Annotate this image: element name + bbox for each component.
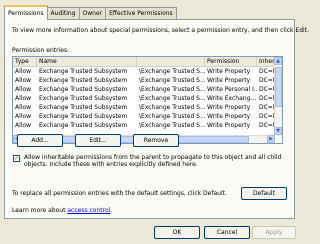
column-header-type[interactable]: Type <box>13 57 37 66</box>
table-row[interactable]: Allow Exchange Trusted Subsystem \Exchan… <box>13 112 282 121</box>
cell-name-account: \Exchange Trusted S... <box>139 77 205 84</box>
cell-type: Allow <box>15 68 32 75</box>
cell-type: Allow <box>15 77 32 84</box>
cell-inherited: DC=k <box>259 68 275 75</box>
cell-name: Exchange Trusted Subsystem <box>39 113 128 120</box>
remove-button[interactable]: Remove <box>133 134 179 147</box>
inherit-permissions-checkbox[interactable]: ✓ <box>13 155 20 162</box>
scroll-down-icon[interactable]: ▼ <box>274 127 282 135</box>
cell-permission: Write Property <box>207 122 251 129</box>
replace-default-text: To replace all permission entries with t… <box>12 190 227 197</box>
cell-type: Allow <box>15 113 32 120</box>
table-row[interactable]: Allow Exchange Trusted Subsystem \Exchan… <box>13 67 282 76</box>
cell-type: Allow <box>15 95 32 102</box>
table-row[interactable]: Allow Exchange Trusted Subsystem \Exchan… <box>13 103 282 112</box>
vertical-scroll-thumb[interactable] <box>275 67 282 107</box>
cell-type: Allow <box>15 104 32 111</box>
learn-more-text: Learn more about access control. <box>12 207 112 214</box>
learn-more-suffix: . <box>110 207 113 214</box>
column-header-permission[interactable]: Permission <box>205 57 257 66</box>
table-row[interactable]: Allow Exchange Trusted Subsystem \Exchan… <box>13 121 282 130</box>
tab-permissions[interactable]: Permissions <box>4 5 48 20</box>
add-button[interactable]: Add... <box>17 134 63 147</box>
cell-name-account: \Exchange Trusted S... <box>139 104 205 111</box>
cell-type: Allow <box>15 122 32 129</box>
cell-inherited: DC=k <box>259 86 275 93</box>
default-button[interactable]: Default <box>241 187 287 200</box>
cell-name-account: \Exchange Trusted S... <box>139 86 205 93</box>
cell-name: Exchange Trusted Subsystem <box>39 104 128 111</box>
cell-name: Exchange Trusted Subsystem <box>39 77 128 84</box>
ok-button[interactable]: OK <box>154 226 200 239</box>
permission-entries-list[interactable]: Type Name Permission Inheri Allow Exchan… <box>12 56 283 144</box>
table-row[interactable]: Allow Exchange Trusted Subsystem \Exchan… <box>13 76 282 85</box>
vertical-scrollbar[interactable]: ▲ ▼ <box>274 57 282 135</box>
cell-type: Allow <box>15 86 32 93</box>
tab-strip: Permissions Auditing Owner Effective Per… <box>4 5 177 20</box>
cell-name-account: \Exchange Trusted S... <box>139 68 205 75</box>
apply-button[interactable]: Apply <box>252 226 296 239</box>
cell-name-account: \Exchange Trusted S... <box>139 113 205 120</box>
edit-button[interactable]: Edit... <box>75 134 121 147</box>
cell-name: Exchange Trusted Subsystem <box>39 122 128 129</box>
table-row[interactable]: Allow Exchange Trusted Subsystem \Exchan… <box>13 85 282 94</box>
cell-permission: Write Property <box>207 104 251 111</box>
permissions-panel: To view more information about special p… <box>4 19 309 219</box>
intro-text: To view more information about special p… <box>12 27 309 34</box>
cell-permission: Write Property <box>207 113 251 120</box>
column-header-inherited[interactable]: Inheri <box>257 57 275 66</box>
list-header: Type Name Permission Inheri <box>13 57 282 67</box>
permission-entries-label: Permission entries: <box>12 47 70 54</box>
cell-permission: Write Property <box>207 68 251 75</box>
cell-inherited: DC=k <box>259 104 275 111</box>
cell-name-account: \Exchange Trusted S... <box>139 122 205 129</box>
cell-permission: Write Property <box>207 77 251 84</box>
cancel-button[interactable]: Cancel <box>204 226 250 239</box>
cell-name: Exchange Trusted Subsystem <box>39 86 128 93</box>
access-control-link[interactable]: access control <box>67 207 110 214</box>
column-header-name-cont[interactable] <box>137 57 205 66</box>
inherit-permissions-label[interactable]: Allow inheritable permissions from the p… <box>24 154 289 168</box>
scroll-up-icon[interactable]: ▲ <box>274 57 282 65</box>
cell-permission: Write Personal I... <box>207 86 257 93</box>
cell-permission: Write Exchang... <box>207 95 257 102</box>
cell-name: Exchange Trusted Subsystem <box>39 95 128 102</box>
cell-inherited: DC=k <box>259 113 275 120</box>
column-header-name[interactable]: Name <box>37 57 137 66</box>
learn-more-prefix: Learn more about <box>12 207 68 214</box>
cell-name-account: \Exchange Trusted S... <box>139 95 205 102</box>
table-row[interactable]: Allow Exchange Trusted Subsystem \Exchan… <box>13 94 282 103</box>
cell-inherited: DC=k <box>259 122 275 129</box>
scroll-right-icon[interactable]: ▶ <box>267 135 275 143</box>
cell-inherited: DC=k <box>259 95 275 102</box>
cell-inherited: DC=k <box>259 77 275 84</box>
cell-name: Exchange Trusted Subsystem <box>39 68 128 75</box>
